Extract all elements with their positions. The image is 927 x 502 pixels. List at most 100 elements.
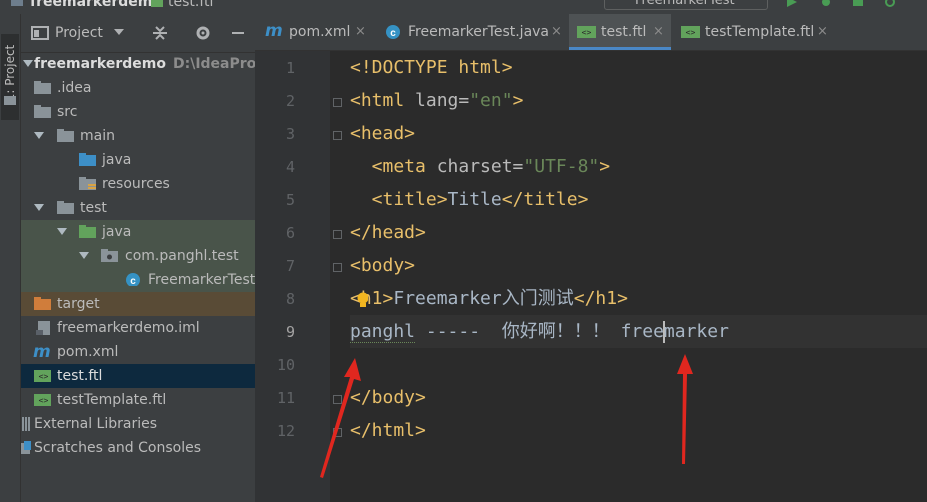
- close-icon[interactable]: ×: [653, 24, 664, 39]
- tree-item-testtemplate[interactable]: <> testTemplate.ftl: [21, 388, 255, 412]
- tree-item-iml[interactable]: freemarkerdemo.iml: [21, 316, 255, 340]
- line-number: 4: [285, 158, 295, 176]
- active-tab-indicator: [569, 47, 671, 50]
- tree-item-label: .idea: [57, 80, 92, 96]
- tab-pom-xml[interactable]: m pom.xml ×: [255, 14, 373, 50]
- expand-arrow-icon[interactable]: [57, 228, 67, 235]
- tool-window-strip: 1: Project: [0, 14, 21, 502]
- tree-item-resources[interactable]: resources: [21, 172, 255, 196]
- tab-label: pom.xml: [289, 24, 351, 40]
- tree-item-test-java[interactable]: java: [21, 220, 255, 244]
- project-view-title[interactable]: Project: [55, 25, 103, 41]
- package-icon: [101, 249, 118, 262]
- ftl-file-icon: <>: [34, 394, 51, 406]
- close-icon[interactable]: ×: [551, 24, 562, 39]
- code-editor[interactable]: <!DOCTYPE html> <html lang="en"> <head> …: [350, 51, 927, 502]
- source-folder-icon: [79, 153, 96, 166]
- expand-arrow-icon[interactable]: [23, 60, 33, 67]
- tree-item-label: java: [102, 152, 132, 168]
- line-number: 9: [285, 323, 295, 341]
- svg-text:c: c: [130, 276, 136, 286]
- tree-item-label: main: [80, 128, 115, 144]
- tree-item-pom[interactable]: m pom.xml: [21, 340, 255, 364]
- profile-icon[interactable]: [884, 0, 896, 7]
- tree-item-target[interactable]: target: [21, 292, 255, 316]
- tab-label: FreemarkerTest.java: [408, 24, 550, 40]
- svg-text:c: c: [390, 28, 396, 39]
- breadcrumb-project[interactable]: freemarkerdemo: [30, 0, 162, 10]
- code-line-5: <title>Title</title>: [350, 189, 589, 210]
- line-number: 6: [285, 224, 295, 242]
- navigation-bar: freemarkerdemo test.ftl FreemarkerTest: [0, 0, 927, 14]
- line-number: 8: [285, 290, 295, 308]
- code-line-9: panghl ----- 你好啊！！！ freemarker: [350, 315, 927, 348]
- line-number: 7: [285, 257, 295, 275]
- tab-testtemplate-ftl[interactable]: <> testTemplate.ftl ×: [671, 14, 831, 50]
- lightbulb-icon[interactable]: [356, 292, 368, 308]
- fold-marker-icon[interactable]: [333, 98, 342, 107]
- editor-tabs: m pom.xml × c FreemarkerTest.java × <> t…: [255, 14, 927, 51]
- code-line-8: <h1>Freemarker入门测试</h1>: [350, 288, 628, 309]
- tree-item-label: com.panghl.test: [125, 248, 239, 264]
- line-number: 10: [276, 356, 295, 374]
- tree-item-test[interactable]: test: [21, 196, 255, 220]
- line-number: 3: [285, 125, 295, 143]
- tree-item-external-libraries[interactable]: External Libraries: [21, 412, 255, 436]
- fold-marker-icon[interactable]: [333, 230, 342, 239]
- tree-item-freemarkertest[interactable]: c FreemarkerTest: [21, 268, 255, 292]
- run-icon[interactable]: [786, 0, 798, 7]
- folder-icon: [57, 129, 74, 142]
- line-number: 5: [285, 191, 295, 209]
- tree-item-package[interactable]: com.panghl.test: [21, 244, 255, 268]
- module-folder-icon: [11, 0, 23, 6]
- coverage-icon[interactable]: [852, 0, 864, 7]
- project-view-icon[interactable]: [31, 25, 49, 41]
- expand-arrow-icon[interactable]: [34, 132, 44, 139]
- close-icon[interactable]: ×: [817, 24, 828, 39]
- tab-freemarkertest-java[interactable]: c FreemarkerTest.java ×: [373, 14, 569, 50]
- svg-text:<>: <>: [582, 28, 592, 37]
- breadcrumb-file[interactable]: test.ftl: [168, 0, 213, 10]
- tree-item-label: External Libraries: [34, 416, 157, 432]
- expand-arrow-icon[interactable]: [79, 252, 89, 259]
- project-panel-header: Project: [21, 14, 255, 53]
- line-number: 12: [276, 422, 295, 440]
- project-panel: Project freemarkerdemo D:\IdeaProject .id…: [21, 14, 286, 502]
- tree-item-main-java[interactable]: java: [21, 148, 255, 172]
- expand-arrow-icon[interactable]: [34, 204, 44, 211]
- tree-item-test-ftl[interactable]: <> test.ftl: [21, 364, 255, 388]
- tree-item-main[interactable]: main: [21, 124, 255, 148]
- tree-item-idea[interactable]: .idea: [21, 76, 255, 100]
- ftl-file-icon: <>: [34, 370, 51, 382]
- debug-icon[interactable]: [820, 0, 832, 7]
- tree-item-label: freemarkerdemo.iml: [57, 320, 200, 336]
- tab-test-ftl[interactable]: <> test.ftl ×: [569, 14, 671, 50]
- project-tool-window-button[interactable]: 1: Project: [1, 34, 19, 120]
- tree-item-src[interactable]: src: [21, 100, 255, 124]
- java-class-icon: c: [126, 273, 140, 286]
- line-number: 11: [276, 389, 295, 407]
- tree-item-label: test: [80, 200, 107, 216]
- fold-marker-icon[interactable]: [333, 263, 342, 272]
- folder-icon: [4, 96, 16, 105]
- fold-marker-icon[interactable]: [333, 131, 342, 140]
- tree-item-freemarkerdemo[interactable]: freemarkerdemo D:\IdeaProject: [21, 52, 286, 76]
- chevron-down-icon[interactable]: [114, 29, 124, 37]
- code-line-1: <!DOCTYPE html>: [350, 57, 513, 78]
- ftl-file-icon: [151, 0, 163, 7]
- code-line-6: </head>: [350, 222, 426, 243]
- tree-item-label: FreemarkerTest: [148, 272, 256, 288]
- folder-icon: [34, 81, 51, 94]
- ftl-file-icon: <>: [577, 26, 596, 38]
- tab-label: testTemplate.ftl: [705, 24, 815, 40]
- minimize-icon[interactable]: [230, 25, 246, 41]
- gear-icon[interactable]: [195, 25, 211, 41]
- line-number: 2: [285, 92, 295, 110]
- tree-item-scratches[interactable]: Scratches and Consoles: [21, 436, 255, 460]
- code-line-2: <html lang="en">: [350, 90, 524, 111]
- run-configuration-label: FreemarkerTest: [635, 0, 735, 8]
- tree-item-label: pom.xml: [57, 344, 119, 360]
- close-icon[interactable]: ×: [355, 24, 366, 39]
- collapse-all-icon[interactable]: [152, 25, 168, 41]
- run-configuration-select[interactable]: FreemarkerTest: [604, 0, 768, 10]
